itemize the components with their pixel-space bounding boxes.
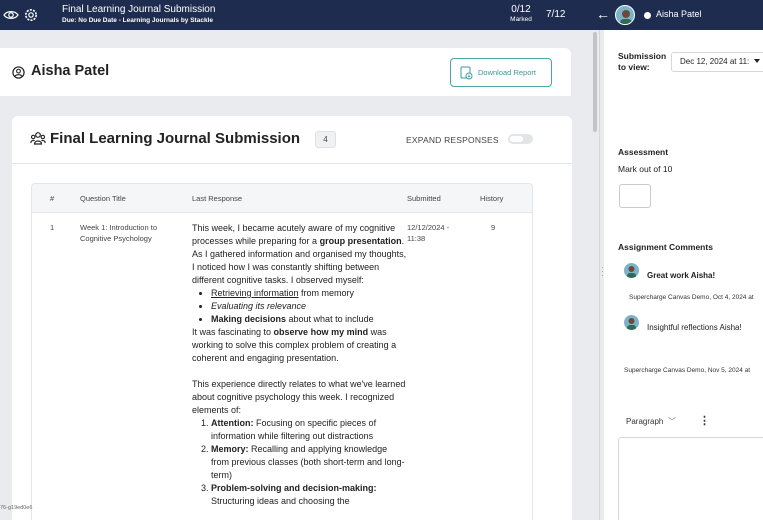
avatar — [624, 315, 639, 330]
response-text: from memory — [298, 288, 355, 298]
grading-panel: Submission to view: Dec 12, 2024 at 11: … — [604, 30, 763, 520]
assessment-label: Assessment — [618, 147, 669, 157]
student-name-topbar[interactable]: Aisha Patel — [656, 9, 702, 19]
list-item: Problem-solving and decision-making: Str… — [211, 482, 407, 508]
row-question-line2: Cognitive Psychology — [80, 234, 152, 243]
expand-responses-toggle[interactable] — [508, 134, 533, 144]
response-text: It was fascinating to — [192, 327, 274, 337]
responses-table: # Question Title Last Response Submitted… — [31, 183, 533, 520]
paragraph-format-select[interactable]: Paragraph — [626, 417, 663, 426]
marked-count: 0/12 — [511, 4, 531, 15]
response-paragraph: This week, I became acutely aware of my … — [192, 222, 407, 287]
response-paragraph: It was fascinating to observe how my min… — [192, 326, 407, 365]
list-item: Making decisions about what to include — [211, 313, 407, 326]
response-bold: group presentation — [319, 236, 402, 246]
mark-out-of-label: Mark out of 10 — [618, 164, 673, 174]
download-report-button[interactable]: Download Report — [450, 58, 552, 87]
kebab-menu-icon[interactable]: ⋮ — [699, 414, 710, 427]
response-numbered-list: Attention: Focusing on specific pieces o… — [211, 417, 407, 508]
student-position: 7/12 — [546, 9, 566, 20]
response-text: Structuring ideas and choosing the — [211, 496, 350, 506]
assignment-title: Final Learning Journal Submission — [62, 4, 216, 15]
group-icon — [30, 132, 46, 145]
gear-icon[interactable] — [23, 7, 39, 23]
download-report-icon — [460, 66, 473, 80]
score-input[interactable] — [619, 184, 651, 208]
version-label: 76-g19ed0e6 — [0, 505, 33, 511]
last-response: This week, I became acutely aware of my … — [192, 222, 407, 508]
row-submitted-date: 12/12/2024 - — [407, 223, 450, 232]
comment-text: Insightful reflections Aisha! — [647, 323, 742, 332]
response-italic: Evaluating its relevance — [211, 301, 307, 311]
eye-icon[interactable] — [3, 7, 19, 23]
marked-label: Marked — [510, 16, 532, 23]
response-underline: Retrieving information — [211, 288, 299, 298]
col-number: # — [50, 194, 55, 203]
list-item: Memory: Recalling and applying knowledge… — [211, 443, 407, 482]
response-bold: Problem-solving and decision-making: — [211, 483, 377, 493]
chevron-down-icon[interactable]: ﹀ — [668, 416, 676, 427]
comment-editor[interactable] — [618, 437, 763, 520]
comment-meta: Supercharge Canvas Demo, Oct 4, 2024 at — [629, 294, 754, 301]
row-question-line1: Week 1: Introduction to — [80, 223, 157, 232]
submission-select[interactable]: Dec 12, 2024 at 11: — [671, 52, 763, 72]
row-submitted-time: 11:38 — [407, 234, 426, 243]
comment-text: Great work Aisha! — [647, 271, 716, 280]
chevron-down-icon[interactable] — [754, 59, 760, 63]
list-item: Attention: Focusing on specific pieces o… — [211, 417, 407, 443]
back-arrow-icon[interactable]: ← — [596, 6, 610, 22]
scrollbar-thumb[interactable] — [593, 32, 597, 132]
avatar[interactable] — [615, 5, 635, 25]
top-bar: Final Learning Journal Submission Due: N… — [0, 0, 763, 30]
col-question-title: Question Title — [80, 194, 126, 203]
submission-header: Final Learning Journal Submission 4 EXPA… — [12, 116, 572, 164]
assignment-comments-label: Assignment Comments — [618, 242, 713, 252]
response-bold: observe how my mind — [273, 327, 369, 337]
list-item: Retrieving information from memory — [211, 287, 407, 300]
response-paragraph: This experience directly relates to what… — [192, 379, 406, 415]
main-scrollbar[interactable] — [592, 30, 598, 520]
expand-responses-label: EXPAND RESPONSES — [406, 135, 499, 145]
submission-card: Final Learning Journal Submission 4 EXPA… — [12, 116, 572, 520]
response-count-badge: 4 — [315, 131, 336, 148]
col-last-response: Last Response — [192, 194, 243, 203]
row-number: 1 — [50, 223, 55, 232]
row-history-count[interactable]: 9 — [491, 222, 495, 233]
comment-meta: Supercharge Canvas Demo, Nov 5, 2024 at — [624, 367, 751, 374]
assignment-subtitle: Due: No Due Date - Learning Journals by … — [62, 17, 213, 24]
avatar — [624, 263, 639, 278]
col-history: History — [480, 194, 504, 203]
submission-to-view-label-2: to view: — [618, 62, 650, 72]
submission-title: Final Learning Journal Submission — [50, 130, 301, 147]
student-name: Aisha Patel — [31, 63, 110, 79]
student-header: Aisha Patel Download Report — [0, 48, 571, 96]
download-report-label: Download Report — [478, 68, 536, 77]
response-bold: Making decisions — [211, 314, 287, 324]
response-bold: Attention: — [211, 418, 254, 428]
response-text: about what to include — [286, 314, 374, 324]
status-dot — [644, 12, 651, 19]
table-header: # Question Title Last Response Submitted… — [32, 184, 532, 213]
response-bold: Memory: — [211, 444, 249, 454]
user-circle-icon — [12, 66, 25, 79]
marked-counter: 0/12 Marked — [506, 4, 536, 24]
col-submitted: Submitted — [407, 194, 441, 203]
toggle-knob — [510, 136, 523, 142]
submission-to-view-label-1: Submission — [618, 51, 667, 61]
response-bullet-list: Retrieving information from memory Evalu… — [211, 287, 407, 326]
list-item: Evaluating its relevance — [211, 300, 407, 313]
